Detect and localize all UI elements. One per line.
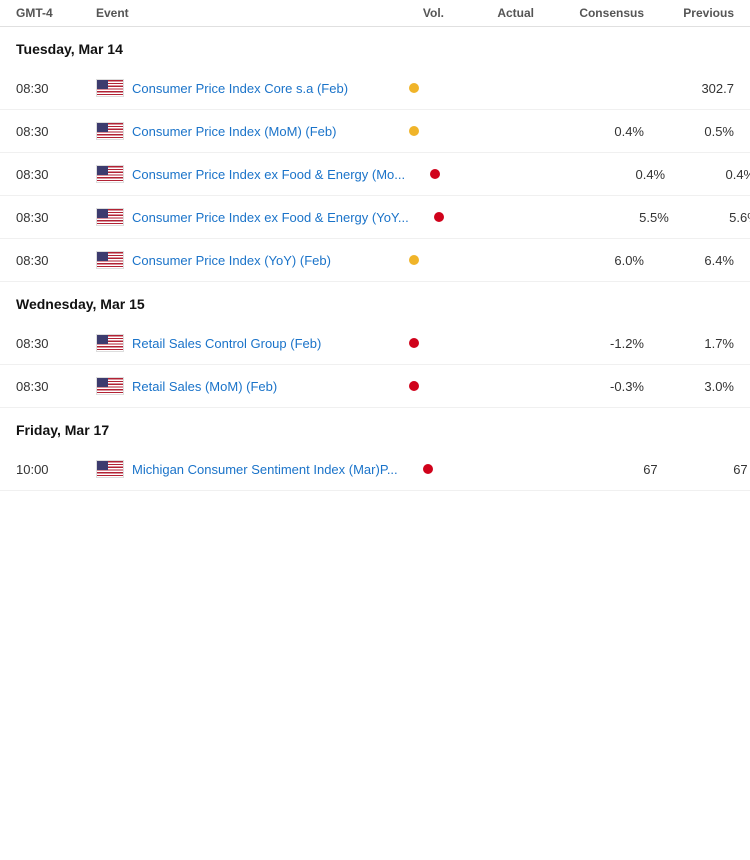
previous-value: 6.4% — [644, 253, 734, 268]
table-row[interactable]: 08:30 Consumer Price Index (YoY) (Feb) 6.0… — [0, 239, 750, 282]
event-time: 10:00 — [16, 462, 96, 477]
vol-cell — [405, 167, 465, 182]
event-name[interactable]: Consumer Price Index Core s.a (Feb) — [132, 81, 348, 96]
previous-value: 302.7 — [644, 81, 734, 96]
event-name[interactable]: Consumer Price Index ex Food & Energy (Y… — [132, 210, 409, 225]
event-name[interactable]: Consumer Price Index (MoM) (Feb) — [132, 124, 336, 139]
us-flag-icon — [96, 79, 124, 97]
us-flag-icon — [96, 377, 124, 395]
event-name-cell: Consumer Price Index ex Food & Energy (M… — [96, 165, 405, 183]
event-time: 08:30 — [16, 379, 96, 394]
event-time: 08:30 — [16, 81, 96, 96]
table-row[interactable]: 08:30 Consumer Price Index Core s.a (Feb)… — [0, 67, 750, 110]
event-time: 08:30 — [16, 253, 96, 268]
section-header-friday: Friday, Mar 17 — [0, 408, 750, 448]
event-time: 08:30 — [16, 210, 96, 225]
vol-cell — [409, 210, 469, 225]
col-vol: Vol. — [384, 6, 444, 20]
table-row[interactable]: 10:00 Michigan Consumer Sentiment Index (… — [0, 448, 750, 491]
event-name-cell: Consumer Price Index Core s.a (Feb) — [96, 79, 384, 97]
us-flag-icon — [96, 208, 124, 226]
vol-cell — [398, 462, 458, 477]
event-name[interactable]: Retail Sales (MoM) (Feb) — [132, 379, 277, 394]
event-time: 08:30 — [16, 167, 96, 182]
previous-value: 67 — [658, 462, 748, 477]
volatility-dot — [409, 338, 419, 348]
event-time: 08:30 — [16, 124, 96, 139]
us-flag-icon — [96, 122, 124, 140]
vol-cell — [384, 336, 444, 351]
section-header-tuesday: Tuesday, Mar 14 — [0, 27, 750, 67]
previous-value: 1.7% — [644, 336, 734, 351]
volatility-dot — [409, 381, 419, 391]
volatility-dot — [409, 83, 419, 93]
previous-value: 0.5% — [644, 124, 734, 139]
vol-cell — [384, 379, 444, 394]
event-name-cell: Consumer Price Index (YoY) (Feb) — [96, 251, 384, 269]
event-name[interactable]: Michigan Consumer Sentiment Index (Mar)P… — [132, 462, 398, 477]
vol-cell — [384, 253, 444, 268]
consensus-value: -1.2% — [534, 336, 644, 351]
section-wednesday: Wednesday, Mar 15 08:30 Retail Sales Contr… — [0, 282, 750, 408]
table-row[interactable]: 08:30 Consumer Price Index (MoM) (Feb) 0.4… — [0, 110, 750, 153]
us-flag-icon — [96, 251, 124, 269]
previous-value: 5.6% — [669, 210, 750, 225]
event-name[interactable]: Retail Sales Control Group (Feb) — [132, 336, 321, 351]
consensus-value: 6.0% — [534, 253, 644, 268]
table-header: GMT-4 Event Vol. Actual Consensus Previo… — [0, 0, 750, 27]
col-timezone: GMT-4 — [16, 6, 96, 20]
table-row[interactable]: 08:30 Retail Sales Control Group (Feb) -1.… — [0, 322, 750, 365]
vol-cell — [384, 124, 444, 139]
event-name-cell: Retail Sales Control Group (Feb) — [96, 334, 384, 352]
col-actual: Actual — [444, 6, 534, 20]
event-name[interactable]: Consumer Price Index ex Food & Energy (M… — [132, 167, 405, 182]
previous-value: 0.4% — [665, 167, 750, 182]
table-row[interactable]: 08:30 Consumer Price Index ex Food & Ener… — [0, 196, 750, 239]
col-previous: Previous — [644, 6, 734, 20]
consensus-value: 0.4% — [534, 124, 644, 139]
event-name[interactable]: Consumer Price Index (YoY) (Feb) — [132, 253, 331, 268]
volatility-dot — [423, 464, 433, 474]
us-flag-icon — [96, 165, 124, 183]
vol-cell — [384, 81, 444, 96]
volatility-dot — [430, 169, 440, 179]
consensus-value: 67 — [548, 462, 658, 477]
us-flag-icon — [96, 460, 124, 478]
volatility-dot — [434, 212, 444, 222]
section-header-wednesday: Wednesday, Mar 15 — [0, 282, 750, 322]
table-row[interactable]: 08:30 Consumer Price Index ex Food & Ener… — [0, 153, 750, 196]
event-name-cell: Consumer Price Index (MoM) (Feb) — [96, 122, 384, 140]
event-name-cell: Retail Sales (MoM) (Feb) — [96, 377, 384, 395]
us-flag-icon — [96, 334, 124, 352]
event-time: 08:30 — [16, 336, 96, 351]
col-event: Event — [96, 6, 384, 20]
volatility-dot — [409, 255, 419, 265]
consensus-value: 0.4% — [555, 167, 665, 182]
section-friday: Friday, Mar 17 10:00 Michigan Consumer Sen… — [0, 408, 750, 491]
sections-container: Tuesday, Mar 14 08:30 Consumer Price Index… — [0, 27, 750, 491]
previous-value: 3.0% — [644, 379, 734, 394]
consensus-value: -0.3% — [534, 379, 644, 394]
table-row[interactable]: 08:30 Retail Sales (MoM) (Feb) -0.3%3.0% — [0, 365, 750, 408]
section-tuesday: Tuesday, Mar 14 08:30 Consumer Price Index… — [0, 27, 750, 282]
col-consensus: Consensus — [534, 6, 644, 20]
consensus-value: 5.5% — [559, 210, 669, 225]
event-name-cell: Consumer Price Index ex Food & Energy (Y… — [96, 208, 409, 226]
event-name-cell: Michigan Consumer Sentiment Index (Mar)P… — [96, 460, 398, 478]
volatility-dot — [409, 126, 419, 136]
